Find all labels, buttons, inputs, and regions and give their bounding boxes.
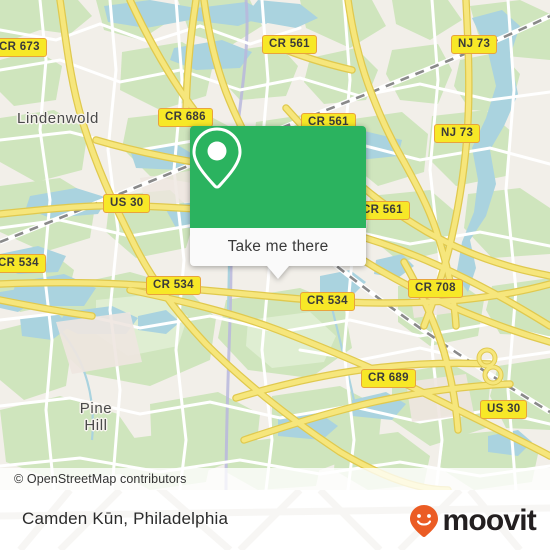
shield-cr-534-mid: CR 534 — [300, 292, 355, 311]
footer-bar: Camden Kūn, Philadelphia moovit — [0, 490, 550, 550]
popup-action-bar[interactable]: Take me there — [190, 228, 366, 266]
shield-cr-689: CR 689 — [361, 369, 416, 388]
popup-header — [190, 126, 366, 228]
shield-cr-534-edge: CR 534 — [0, 254, 46, 273]
shield-nj-73-south: NJ 73 — [434, 124, 481, 143]
shield-cr-561-north: CR 561 — [262, 35, 317, 54]
popup-pointer-tail — [267, 266, 289, 279]
moovit-smile-pin-icon — [410, 505, 439, 538]
moovit-wordmark: moovit — [442, 504, 536, 537]
shield-cr-708: CR 708 — [408, 279, 463, 298]
location-title: Camden Kūn, Philadelphia — [22, 509, 229, 528]
shield-cr-673: CR 673 — [0, 38, 47, 57]
osm-attribution: © OpenStreetMap contributors — [0, 468, 550, 490]
location-popup-card[interactable]: Take me there — [190, 126, 366, 279]
shield-cr-534-west: CR 534 — [146, 276, 201, 295]
moovit-logo[interactable]: moovit — [409, 504, 537, 538]
shield-nj-73-north: NJ 73 — [451, 35, 498, 54]
osm-attribution-text: © OpenStreetMap contributors — [14, 472, 187, 486]
map-screen: Lindenwold Pine Hill CR 673 CR 561 NJ 73… — [0, 0, 550, 550]
shield-us-30-west: US 30 — [103, 194, 151, 213]
location-pin-icon — [192, 127, 242, 189]
shield-cr-686: CR 686 — [158, 108, 213, 127]
take-me-there-label: Take me there — [227, 238, 329, 255]
shield-us-30-east: US 30 — [480, 400, 528, 419]
map-canvas[interactable]: Lindenwold Pine Hill CR 673 CR 561 NJ 73… — [0, 0, 550, 490]
